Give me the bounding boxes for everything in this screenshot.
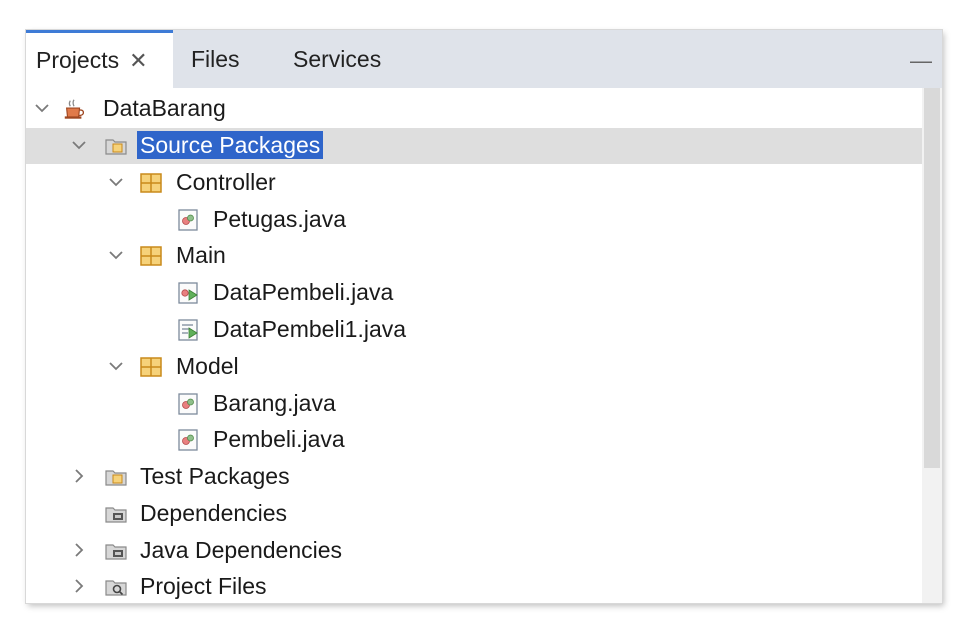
datapembeli1-label: DataPembeli1.java bbox=[213, 316, 407, 342]
java-class-icon bbox=[176, 208, 200, 232]
chevron-right-icon[interactable] bbox=[70, 541, 88, 559]
controller-label: Controller bbox=[176, 169, 276, 195]
project-tree: DataBarang Source Packages Controller Pe… bbox=[26, 88, 922, 603]
datapembeli-label: DataPembeli.java bbox=[213, 279, 394, 305]
source-packages-label: Source Packages bbox=[137, 131, 324, 159]
tab-files-label: Files bbox=[191, 45, 240, 72]
tab-bar: Projects ✕ Files Services — bbox=[26, 30, 942, 88]
java-class-icon bbox=[176, 428, 200, 452]
tab-projects-label: Projects bbox=[36, 47, 120, 73]
project-files-folder-icon bbox=[104, 575, 128, 599]
tree-row-dependencies[interactable]: Dependencies bbox=[26, 496, 922, 532]
main-label: Main bbox=[176, 242, 226, 268]
package-icon bbox=[139, 355, 163, 379]
tree-row-barang[interactable]: Barang.java bbox=[26, 386, 922, 422]
minimize-icon[interactable]: — bbox=[910, 48, 932, 74]
tree-row-project[interactable]: DataBarang bbox=[26, 91, 922, 127]
chevron-down-icon[interactable] bbox=[107, 173, 125, 191]
barang-label: Barang.java bbox=[213, 390, 336, 416]
tree-row-pembeli[interactable]: Pembeli.java bbox=[26, 422, 922, 458]
java-dependencies-label: Java Dependencies bbox=[140, 537, 343, 563]
package-icon bbox=[139, 244, 163, 268]
source-folder-icon bbox=[104, 134, 128, 158]
tree-row-test-packages[interactable]: Test Packages bbox=[26, 459, 922, 495]
close-icon[interactable]: ✕ bbox=[129, 48, 147, 74]
projects-panel: Projects ✕ Files Services — DataBarang S… bbox=[26, 30, 942, 603]
scrollbar-thumb[interactable] bbox=[924, 88, 940, 468]
tree-row-model[interactable]: Model bbox=[26, 349, 922, 385]
test-folder-icon bbox=[104, 465, 128, 489]
chevron-down-icon[interactable] bbox=[107, 246, 125, 264]
tree-row-project-files[interactable]: Project Files bbox=[26, 569, 922, 603]
petugas-label: Petugas.java bbox=[213, 206, 346, 232]
tree-row-datapembeli[interactable]: DataPembeli.java bbox=[26, 275, 922, 311]
java-dependencies-folder-icon bbox=[104, 539, 128, 563]
tree-row-main[interactable]: Main bbox=[26, 238, 922, 274]
project-files-label: Project Files bbox=[140, 573, 267, 599]
jframe-form-icon bbox=[176, 318, 200, 342]
package-icon bbox=[139, 171, 163, 195]
chevron-down-icon[interactable] bbox=[107, 357, 125, 375]
dependencies-folder-icon bbox=[104, 502, 128, 526]
test-packages-label: Test Packages bbox=[140, 463, 290, 489]
chevron-right-icon[interactable] bbox=[70, 467, 88, 485]
dependencies-label: Dependencies bbox=[140, 500, 288, 526]
tree-row-datapembeli1[interactable]: DataPembeli1.java bbox=[26, 312, 922, 348]
project-label: DataBarang bbox=[103, 95, 226, 121]
java-project-icon bbox=[62, 97, 86, 121]
tab-services-label: Services bbox=[293, 45, 382, 72]
chevron-right-icon[interactable] bbox=[70, 577, 88, 595]
tab-files[interactable]: Files bbox=[191, 30, 240, 88]
java-class-icon bbox=[176, 392, 200, 416]
tree-row-controller[interactable]: Controller bbox=[26, 165, 922, 201]
model-label: Model bbox=[176, 353, 239, 379]
tree-row-source-packages[interactable]: Source Packages bbox=[26, 128, 922, 164]
vertical-scrollbar[interactable] bbox=[922, 88, 942, 603]
java-main-class-icon bbox=[176, 281, 200, 305]
tab-services[interactable]: Services bbox=[293, 30, 381, 88]
tree-row-petugas[interactable]: Petugas.java bbox=[26, 202, 922, 238]
tab-projects[interactable]: Projects ✕ bbox=[26, 30, 173, 88]
tree-row-java-dependencies[interactable]: Java Dependencies bbox=[26, 533, 922, 569]
chevron-down-icon[interactable] bbox=[33, 99, 51, 117]
pembeli-label: Pembeli.java bbox=[213, 426, 345, 452]
chevron-down-icon[interactable] bbox=[70, 136, 88, 154]
